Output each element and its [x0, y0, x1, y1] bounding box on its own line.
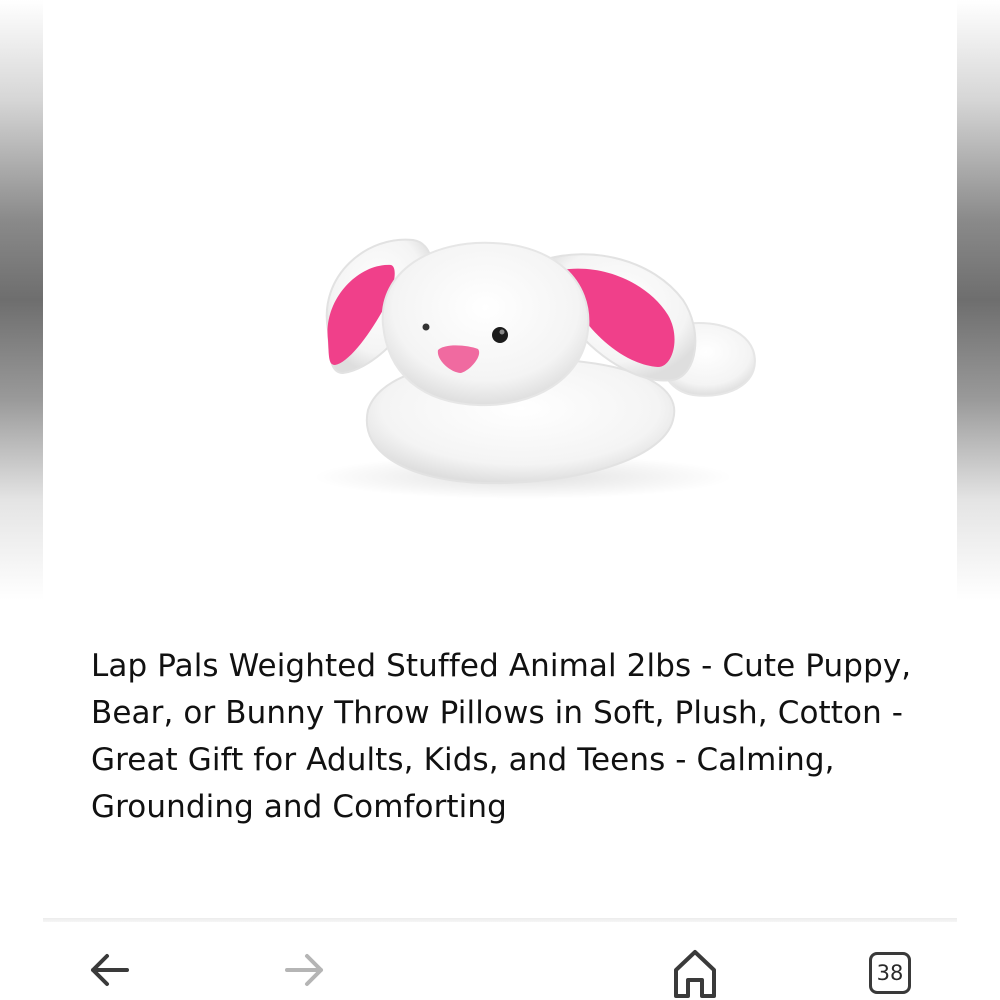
page-content: Lap Pals Weighted Stuffed Animal 2lbs - …: [43, 0, 957, 1000]
back-button[interactable]: [85, 952, 133, 1000]
home-icon: [674, 950, 716, 998]
tab-count-button[interactable]: 38: [869, 952, 911, 994]
arrow-left-icon: [91, 954, 129, 986]
product-title[interactable]: Lap Pals Weighted Stuffed Animal 2lbs - …: [91, 643, 921, 831]
arrow-right-icon: [285, 954, 323, 986]
forward-button[interactable]: [281, 952, 329, 1000]
browser-toolbar: 38: [43, 922, 957, 1000]
home-button[interactable]: [671, 948, 719, 998]
product-image[interactable]: [273, 215, 773, 515]
